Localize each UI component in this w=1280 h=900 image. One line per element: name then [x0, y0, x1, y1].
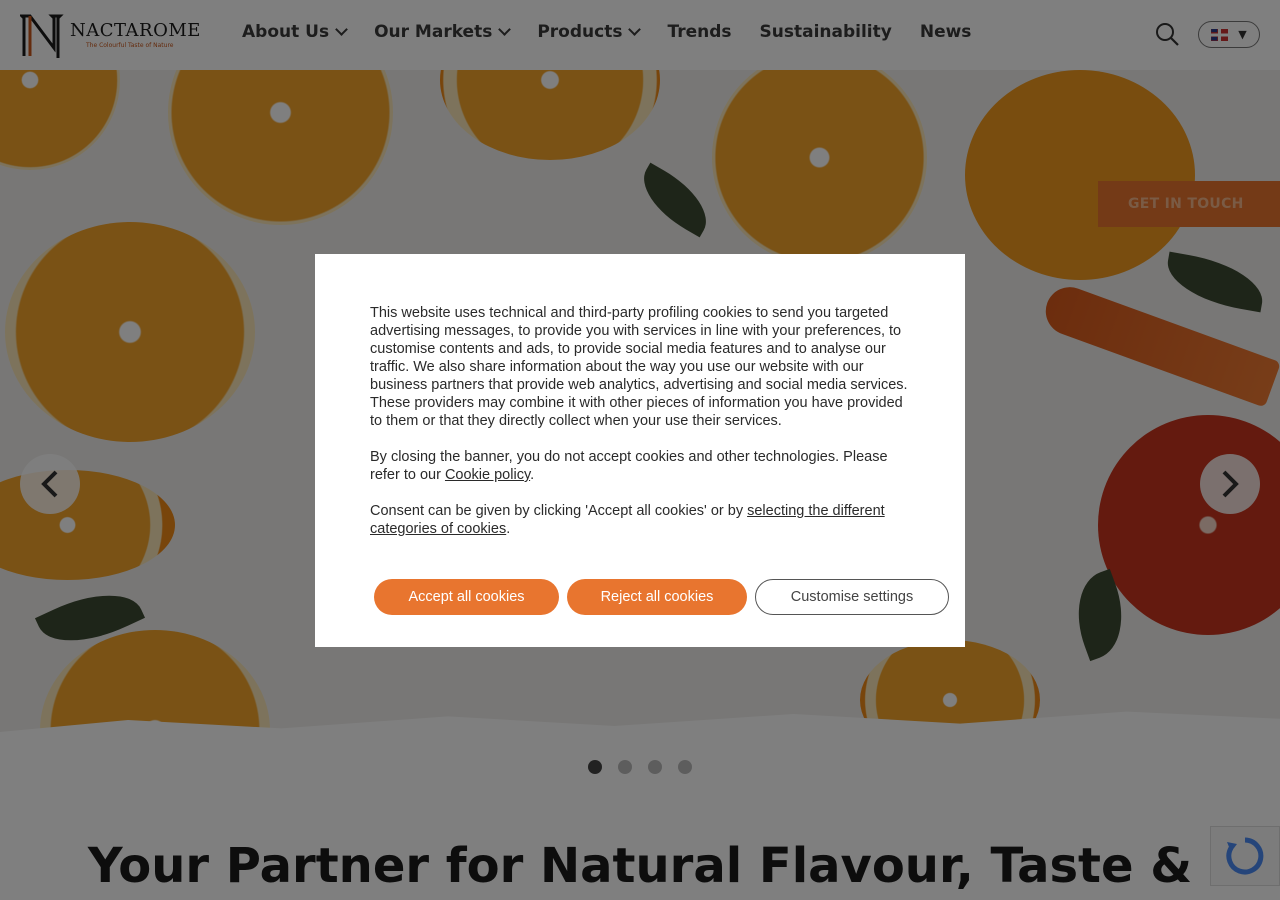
accept-all-cookies-button[interactable]: Accept all cookies — [374, 579, 559, 615]
cookie-closing-note: By closing the banner, you do not accept… — [370, 448, 910, 484]
cookie-policy-link[interactable]: Cookie policy — [445, 467, 530, 483]
cookie-banner: This website uses technical and third-pa… — [315, 254, 965, 647]
cookie-button-row: Accept all cookies Reject all cookies Cu… — [374, 579, 949, 615]
reject-all-cookies-button[interactable]: Reject all cookies — [567, 579, 747, 615]
page: NACTAROME The Colourful Taste of Nature … — [0, 0, 1280, 900]
cookie-consent-text: Consent can be given by clicking 'Accept… — [370, 503, 748, 519]
cookie-consent-end: . — [506, 521, 511, 537]
cookie-description: This website uses technical and third-pa… — [370, 305, 908, 429]
customise-settings-button[interactable]: Customise settings — [755, 579, 949, 615]
cookie-consent-note: Consent can be given by clicking 'Accept… — [370, 502, 910, 538]
cookie-closing-end: . — [530, 467, 535, 483]
